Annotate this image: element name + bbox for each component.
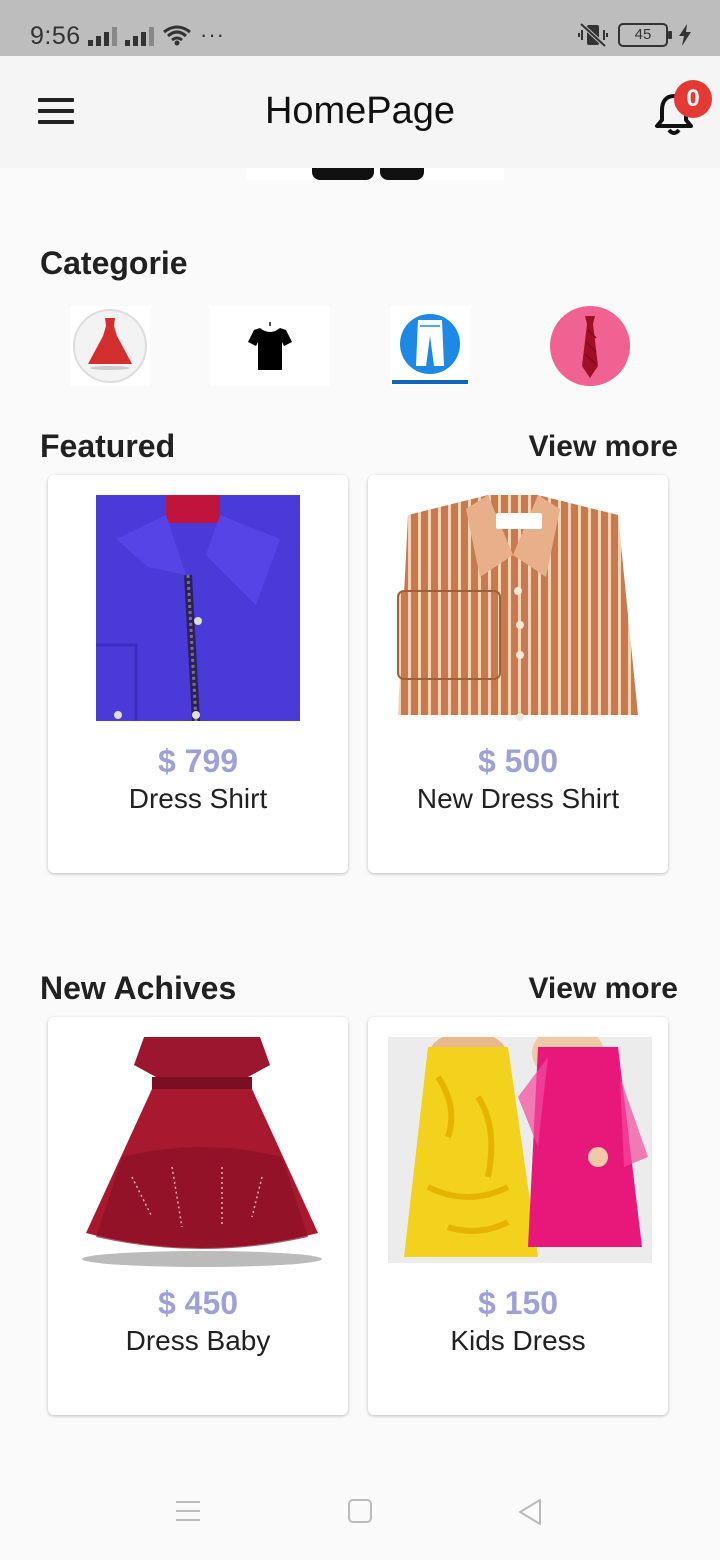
status-bar: 9:56 ··· 45 <box>0 0 720 56</box>
product-image-blue-shirt <box>96 495 300 721</box>
notification-badge: 0 <box>674 80 712 118</box>
system-nav-bar <box>0 1470 720 1560</box>
product-image-baby-dress <box>82 1037 322 1267</box>
categories-title: Categorie <box>40 245 188 281</box>
battery-indicator: 45 <box>618 23 672 47</box>
back-icon[interactable] <box>517 1498 543 1526</box>
category-tshirt[interactable] <box>210 306 330 391</box>
recent-apps-icon[interactable] <box>174 1498 202 1524</box>
product-card-kids-dress[interactable]: $ 150 Kids Dress <box>368 1017 668 1415</box>
product-card-dress-shirt[interactable]: $ 799 Dress Shirt <box>48 475 348 873</box>
dress-icon <box>70 306 150 386</box>
banner-image[interactable] <box>246 168 504 180</box>
status-right: 45 <box>578 22 692 48</box>
product-price: $ 450 <box>157 1285 239 1321</box>
product-price: $ 799 <box>157 743 239 779</box>
category-pants[interactable] <box>390 306 470 391</box>
product-name: Dress Baby <box>125 1325 271 1356</box>
status-time: 9:56 <box>30 22 81 50</box>
product-card-new-dress-shirt[interactable]: $ 500 New Dress Shirt <box>368 475 668 873</box>
charging-icon <box>679 24 691 46</box>
signal-icon-2 <box>125 26 154 46</box>
product-name: New Dress Shirt <box>416 783 620 814</box>
tshirt-icon <box>210 306 330 386</box>
category-tie[interactable] <box>550 306 630 391</box>
page-title: HomePage <box>264 90 456 132</box>
app-bar: HomePage <box>0 56 720 168</box>
status-indicators <box>88 24 192 46</box>
category-dress[interactable] <box>70 306 150 391</box>
product-image-striped-shirt <box>388 495 638 721</box>
product-name: Dress Shirt <box>128 783 268 814</box>
home-icon[interactable] <box>347 1498 373 1524</box>
featured-title: Featured <box>40 428 176 464</box>
product-name: Kids Dress <box>450 1325 586 1356</box>
tie-icon <box>550 306 630 386</box>
new-archives-view-more-link[interactable]: View more <box>528 972 678 1006</box>
signal-icon <box>88 26 117 46</box>
product-card-dress-baby[interactable]: $ 450 Dress Baby <box>48 1017 348 1415</box>
pants-icon <box>390 306 470 386</box>
wifi-icon <box>163 25 191 46</box>
new-archives-title: New Achives <box>40 970 237 1006</box>
product-image-kids-dress <box>388 1037 652 1263</box>
product-price: $ 150 <box>477 1285 559 1321</box>
featured-view-more-link[interactable]: View more <box>528 430 678 464</box>
vibrate-off-icon <box>578 22 608 48</box>
more-notifications-icon: ··· <box>200 22 225 47</box>
product-price: $ 500 <box>477 743 559 779</box>
